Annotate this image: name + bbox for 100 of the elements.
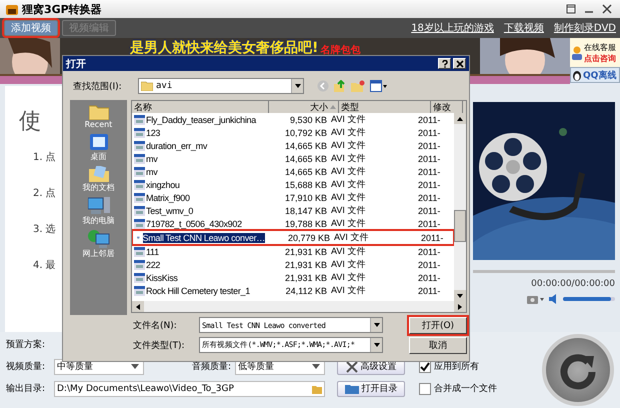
- output-path-field[interactable]: D:\My Documents\Leawo\Video_To_3GP: [54, 380, 325, 396]
- places-item[interactable]: 桌面: [88, 133, 108, 162]
- column-header[interactable]: 大小: [269, 101, 339, 113]
- column-header[interactable]: 类型: [339, 101, 431, 113]
- file-row[interactable]: mv 14,665 KB AVI 文件 2011-: [132, 165, 454, 178]
- caret-icon: [131, 364, 139, 369]
- window-title: 狸窝3GP转换器: [22, 2, 102, 16]
- look-in-label: 查找范围(I):: [73, 80, 123, 92]
- video-file-icon: [134, 192, 145, 202]
- merge-label: 合并成一个文件: [434, 382, 497, 395]
- video-file-icon: [134, 272, 145, 282]
- toolbar-link[interactable]: 制作刻录DVD: [554, 21, 616, 35]
- file-row[interactable]: mv 14,665 KB AVI 文件 2011-: [132, 152, 454, 165]
- preset-label: 预置方案:: [6, 338, 46, 351]
- file-row[interactable]: Fly_Daddy_teaser_junkichina 9,530 KB AVI 文件 2011-: [132, 113, 454, 126]
- qq-button[interactable]: QQ离线: [570, 67, 620, 83]
- video-file-icon: [134, 128, 145, 138]
- column-header-label: 大小: [310, 102, 328, 114]
- video-file-icon: [134, 154, 145, 164]
- guide-step: 2. 点: [33, 186, 56, 200]
- toolbar-link[interactable]: 18岁以上玩的游戏: [411, 21, 494, 35]
- caret-icon: [374, 323, 380, 327]
- merge-checkbox[interactable]: [419, 382, 431, 394]
- documents-folder-icon: [88, 166, 108, 182]
- places-item[interactable]: 网上邻居: [82, 230, 114, 259]
- file-row[interactable]: Matrix_f900 17,910 KB AVI 文件 2011-: [132, 191, 454, 204]
- new-folder-icon[interactable]: [351, 80, 365, 92]
- filename-label: 文件名(N):: [133, 320, 178, 332]
- video-file-icon: [134, 140, 145, 150]
- caret-icon: [312, 364, 320, 369]
- video-file-icon: [134, 180, 145, 190]
- column-header-label: 类型: [341, 102, 359, 114]
- video-file-icon: [134, 218, 145, 228]
- video-file-icon: [134, 246, 145, 256]
- cancel-button[interactable]: 取消: [409, 336, 467, 354]
- places-item[interactable]: 我的电脑: [82, 197, 114, 226]
- file-row[interactable]: 123 10,792 KB AVI 文件 2011-: [132, 126, 454, 139]
- guide-step: 3. 选: [33, 222, 56, 236]
- audio-quality-label: 音频质量:: [192, 361, 232, 373]
- file-row[interactable]: Small Test CNN Leawo conver… 20,779 KB AVI 文件 2011-: [132, 230, 454, 245]
- time-display: 00:00:00/00:00:00: [531, 279, 615, 289]
- camera-icon[interactable]: [527, 294, 545, 304]
- column-header-label: 修改: [433, 102, 451, 113]
- desktop-icon: [88, 133, 108, 151]
- scroll-down-icon: [457, 294, 463, 298]
- column-header-label: 名称: [134, 102, 152, 114]
- file-row[interactable]: duration_err_mv 14,665 KB AVI 文件 2011-: [132, 139, 454, 152]
- up-folder-icon[interactable]: [334, 80, 346, 92]
- computer-icon: [88, 197, 110, 215]
- look-in-dropdown[interactable]: avi: [138, 78, 304, 94]
- view-menu-icon[interactable]: [370, 80, 388, 92]
- video-file-icon: [134, 260, 145, 270]
- guide-heading: 使: [19, 108, 41, 136]
- dialog-title: 打开: [66, 58, 86, 70]
- file-row[interactable]: Test_wmv_0 18,147 KB AVI 文件 2011-: [132, 204, 454, 217]
- scroll-left-icon: [136, 304, 140, 310]
- apply-all-label: 应用到所有: [434, 360, 480, 373]
- filetype-label: 文件类型(T):: [133, 340, 186, 352]
- support-title: 在线客服: [584, 42, 616, 52]
- video-file-icon: [134, 114, 145, 124]
- file-row[interactable]: Rock Hill Cemetery tester_1 24,112 KB AVI 文件 2011-: [132, 284, 454, 297]
- agent-icon: [571, 46, 583, 60]
- app-logo-icon: [6, 3, 18, 15]
- toolbar-link[interactable]: 下载视频: [504, 21, 544, 35]
- open-folder-button[interactable]: 打开目录: [337, 380, 405, 396]
- scroll-up-icon: [457, 116, 463, 120]
- help-button[interactable]: [438, 58, 451, 69]
- open-button[interactable]: 打开(O): [409, 316, 467, 334]
- restore-icon[interactable]: [566, 4, 576, 14]
- places-item[interactable]: Recent: [84, 104, 112, 129]
- network-icon: [88, 230, 110, 248]
- support-action: 点击咨询: [584, 52, 616, 64]
- guide-step: 1. 点: [33, 150, 56, 164]
- close-button[interactable]: [453, 58, 466, 69]
- horizontal-scrollbar[interactable]: [132, 301, 466, 312]
- close-icon[interactable]: [602, 4, 612, 14]
- toolbar-button[interactable]: 添加视频: [4, 20, 58, 36]
- video-file-icon: [134, 286, 145, 296]
- sort-ascending-icon: [330, 105, 336, 109]
- volume-slider[interactable]: [563, 297, 615, 301]
- scroll-right-icon: [458, 304, 462, 310]
- output-label: 输出目录:: [6, 382, 46, 395]
- file-row[interactable]: 222 21,931 KB AVI 文件 2011-: [132, 258, 454, 271]
- column-header[interactable]: 名称: [132, 101, 269, 113]
- video-file-icon: [134, 206, 145, 216]
- guide-step: 4. 最: [33, 258, 56, 272]
- file-row[interactable]: xingzhou 15,688 KB AVI 文件 2011-: [132, 178, 454, 191]
- file-row[interactable]: 111 21,931 KB AVI 文件 2011-: [132, 245, 454, 258]
- places-item[interactable]: 我的文档: [82, 166, 114, 193]
- folder-icon: [344, 384, 358, 394]
- video-quality-label: 视频质量:: [6, 360, 46, 373]
- speaker-icon[interactable]: [549, 294, 559, 304]
- video-file-icon: [134, 166, 145, 176]
- caret-icon: [374, 343, 380, 347]
- file-row[interactable]: 719782_t_0506_430x902 19,788 KB AVI 文件 2011-: [132, 217, 454, 230]
- folder-icon: [88, 104, 108, 120]
- support-panel[interactable]: 在线客服 点击咨询: [570, 38, 620, 67]
- banner-headline[interactable]: 是男人就快来给美女奢侈品吧!: [130, 39, 318, 57]
- scroll-thumb[interactable]: [454, 210, 466, 242]
- file-row[interactable]: KissKiss 21,931 KB AVI 文件 2011-: [132, 271, 454, 284]
